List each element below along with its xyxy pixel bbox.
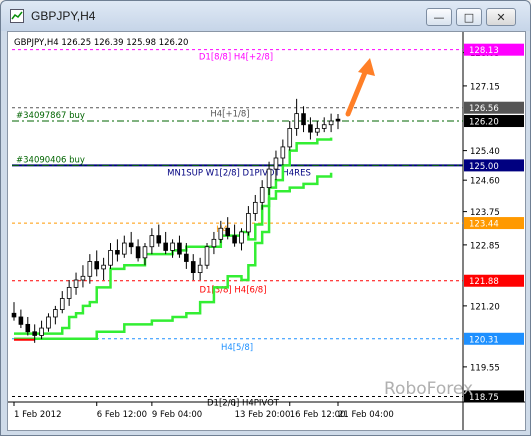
candle-body (149, 235, 155, 248)
price-tick-label: 122.85 (470, 241, 500, 251)
candle-body (142, 246, 148, 259)
time-tick-label: 9 Feb 04:00 (152, 410, 202, 420)
candle-body (321, 124, 327, 129)
candle-body (59, 298, 65, 310)
candle-body (163, 242, 168, 251)
chart-window: GBPJPY,H4 — □ ✕ 128.05127.15125.40124.60… (0, 0, 531, 436)
chart-area[interactable]: 128.05127.15125.40124.60123.75122.85121.… (7, 31, 526, 431)
candle-body (170, 242, 175, 251)
candle-body (239, 231, 244, 244)
price-tick-label: 121.20 (470, 302, 500, 312)
candle-body (335, 118, 341, 122)
maximize-button[interactable]: □ (456, 8, 482, 26)
candle-body (115, 250, 120, 255)
level-label: #34097867 buy (16, 111, 85, 121)
candle-body (287, 128, 293, 148)
price-tick-label: 125.40 (470, 147, 500, 157)
candle-body (80, 275, 86, 281)
candle-body (66, 286, 72, 299)
level-label: D1[2/8] H4PIVOT (207, 398, 280, 408)
window-title: GBPJPY,H4 (31, 9, 96, 23)
time-tick-label: 1 Feb 2012 (14, 410, 62, 420)
candle-body (190, 261, 196, 274)
candle-body (266, 168, 272, 188)
level-label: #34090406 buy (16, 155, 85, 165)
level-label: H4[5/8] (221, 343, 253, 353)
candle-body (73, 279, 79, 288)
time-tick-label: 13 Feb 20:00 (235, 410, 291, 420)
title-bar[interactable]: GBPJPY,H4 — □ ✕ (1, 1, 530, 31)
candle-body (101, 264, 106, 270)
candle-body (128, 242, 134, 248)
watermark: RoboForex (384, 379, 473, 399)
time-tick-label: 6 Feb 12:00 (97, 410, 147, 420)
level-label: H4[+1/8] (210, 110, 249, 120)
level-label: D1[8/8] H4[+2/8] (199, 53, 273, 63)
level-label: D1[3/8] H4[6/8] (199, 286, 266, 296)
minimize-button[interactable]: — (426, 8, 452, 26)
chart-app-icon (10, 9, 24, 23)
price-badge-label: 121.88 (469, 277, 499, 287)
candle-body (246, 213, 251, 233)
price-tick-label: 119.55 (470, 363, 500, 373)
candle-body (32, 331, 37, 336)
candle-body (39, 327, 44, 336)
price-badge-label: 126.56 (469, 104, 499, 114)
candle-body (11, 312, 17, 318)
candle-body (122, 242, 127, 255)
candle-body (87, 261, 93, 277)
price-tick-label: 124.60 (470, 177, 500, 187)
price-badge-label: 128.13 (469, 46, 499, 56)
candle-body (273, 157, 279, 170)
candle-body (108, 250, 113, 266)
symbol-header: GBPJPY,H4 126.25 126.39 125.98 126.20 (14, 38, 188, 48)
candle-body (204, 246, 210, 266)
candle-body (177, 242, 182, 255)
candle-body (211, 238, 217, 248)
price-badge-label: 126.20 (469, 118, 499, 128)
time-tick-label: 21 Feb 04:00 (338, 410, 394, 420)
candle-body (280, 146, 286, 159)
price-tick-label: 127.15 (470, 82, 500, 92)
price-chart[interactable]: 128.05127.15125.40124.60123.75122.85121.… (8, 32, 525, 430)
candle-body (218, 227, 224, 240)
candle-body (18, 316, 24, 325)
candle-body (225, 227, 230, 237)
candle-body (252, 201, 258, 214)
candle-body (184, 253, 189, 262)
candle-body (197, 264, 203, 274)
candle-body (25, 323, 31, 333)
candle-body (135, 246, 141, 259)
candle-body (156, 235, 162, 244)
candle-body (328, 120, 334, 126)
candle-body (308, 124, 313, 133)
candle-body (46, 316, 51, 329)
maximize-icon: □ (463, 10, 475, 24)
arrow-annotation-head (358, 58, 375, 76)
candle-body (301, 113, 306, 126)
price-badge-label: 120.31 (469, 335, 499, 345)
candle-body (315, 128, 320, 133)
candle-body (232, 235, 237, 244)
candle-body (294, 113, 299, 129)
close-button[interactable]: ✕ (486, 8, 516, 26)
candle-body (53, 309, 58, 318)
price-badge-label: 125.00 (469, 162, 499, 172)
candle-body (94, 261, 100, 270)
price-badge-label: 118.75 (469, 393, 499, 403)
minimize-icon: — (433, 10, 445, 24)
candle-body (259, 187, 265, 203)
close-icon: ✕ (496, 10, 506, 24)
level-label: MN1SUP W1[2/8] D1PIVOT H4RES (167, 168, 311, 178)
price-badge-label: 123.44 (469, 220, 499, 230)
price-tick-label: 123.75 (470, 208, 500, 218)
